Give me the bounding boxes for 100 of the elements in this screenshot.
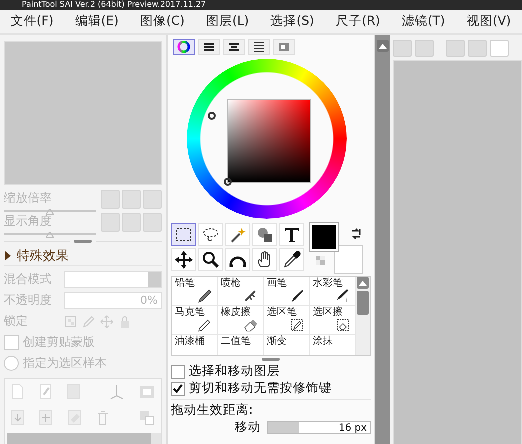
brush-slot[interactable]: 马克笔 bbox=[172, 306, 218, 335]
radio-button[interactable] bbox=[4, 356, 19, 371]
brush-icon bbox=[289, 288, 304, 303]
brush-slot[interactable]: 画笔 bbox=[264, 277, 310, 306]
new-layer-icon[interactable] bbox=[11, 384, 25, 400]
toolbar-button[interactable] bbox=[143, 190, 162, 208]
checkbox[interactable] bbox=[171, 364, 185, 378]
window-title: PaintTool SAI Ver.2 (64bit) Preview.2017.11.27 bbox=[22, 0, 206, 9]
toolbar-button[interactable] bbox=[143, 212, 162, 232]
background-color-swatch[interactable] bbox=[334, 245, 363, 274]
resize-handle[interactable] bbox=[74, 240, 92, 242]
distance-slider[interactable]: 16 px bbox=[267, 420, 371, 434]
color-mode-icon bbox=[252, 41, 266, 53]
checkbox-label: 剪切和移动无需按修饰键 bbox=[189, 380, 332, 397]
brush-name: 喷枪 bbox=[221, 278, 241, 289]
checker-icon bbox=[64, 314, 78, 328]
move-icon bbox=[174, 250, 194, 270]
section-label: 拖动生效距离: bbox=[171, 402, 254, 417]
toolbar-button[interactable] bbox=[490, 40, 509, 57]
slider-thumb[interactable] bbox=[46, 208, 54, 214]
axis-icon[interactable] bbox=[109, 384, 125, 400]
search-icon bbox=[200, 250, 220, 270]
checkbox[interactable] bbox=[4, 335, 19, 350]
toolbar-button[interactable] bbox=[122, 212, 141, 232]
eyedropper-icon bbox=[282, 250, 302, 270]
color-marker[interactable] bbox=[224, 178, 232, 186]
brush-name: 水彩笔 bbox=[313, 278, 343, 289]
color-mode-icon bbox=[177, 41, 191, 53]
mask-icon[interactable] bbox=[139, 384, 155, 400]
brush-slot[interactable]: 选区笔 bbox=[264, 306, 310, 335]
marker-icon bbox=[197, 317, 212, 332]
menu-item[interactable]: 尺子(R) bbox=[332, 11, 384, 32]
field-label: 不透明度 bbox=[4, 292, 53, 309]
checkbox[interactable] bbox=[171, 382, 185, 396]
merge-down-icon[interactable] bbox=[11, 410, 25, 426]
eraser-icon bbox=[243, 317, 258, 332]
canvas[interactable] bbox=[393, 60, 522, 444]
blend-mode-dropdown[interactable] bbox=[64, 271, 162, 288]
checker-icon[interactable] bbox=[316, 256, 325, 265]
brush-name: 画笔 bbox=[267, 278, 287, 289]
hue-marker[interactable] bbox=[208, 112, 216, 120]
toolbar-button[interactable] bbox=[101, 212, 120, 232]
brush-name: 油漆桶 bbox=[175, 336, 205, 347]
watercolor-brush-icon bbox=[335, 288, 350, 303]
trash-icon[interactable] bbox=[96, 410, 110, 426]
scrollbar-thumb[interactable] bbox=[357, 291, 369, 315]
menu-item[interactable]: 选择(S) bbox=[268, 11, 318, 32]
menu-item[interactable]: 视图(V) bbox=[464, 11, 514, 32]
toolbar-button[interactable] bbox=[468, 40, 487, 57]
resize-handle[interactable] bbox=[262, 358, 280, 361]
menu-item[interactable]: 图像(C) bbox=[137, 11, 188, 32]
brush-slot[interactable]: 铅笔 bbox=[172, 277, 218, 306]
lock-icon bbox=[118, 314, 132, 328]
toolbar-button[interactable] bbox=[446, 40, 465, 57]
toolbar-button[interactable] bbox=[101, 190, 120, 208]
color-mode-icon bbox=[202, 41, 216, 53]
selection-pen-icon bbox=[289, 317, 304, 332]
add-layer-icon[interactable] bbox=[39, 410, 54, 426]
brush-name: 渐变 bbox=[267, 336, 287, 347]
pencil-icon bbox=[197, 288, 212, 303]
toolbar-button[interactable] bbox=[122, 190, 141, 208]
checkbox-label: 创建剪贴蒙版 bbox=[23, 334, 95, 351]
color-mode-tab[interactable] bbox=[173, 39, 195, 55]
menu-item[interactable]: 图层(L) bbox=[203, 11, 252, 32]
eraser-icon[interactable] bbox=[68, 410, 82, 426]
brush-name: 选区擦 bbox=[313, 307, 343, 318]
airbrush-icon bbox=[243, 288, 258, 303]
menu-item[interactable]: 滤镜(T) bbox=[398, 11, 448, 32]
field-label: 锁定 bbox=[4, 313, 29, 330]
menu-item[interactable]: 编辑(E) bbox=[72, 11, 122, 32]
toolbar-button[interactable] bbox=[393, 40, 412, 57]
brush-name: 马克笔 bbox=[175, 307, 205, 318]
section-title[interactable]: 特殊效果 bbox=[17, 247, 69, 265]
saturation-square[interactable] bbox=[227, 99, 311, 183]
foreground-color-swatch[interactable] bbox=[310, 223, 338, 251]
brush-slot[interactable]: 橡皮擦 bbox=[218, 306, 264, 335]
pen-layer-icon[interactable] bbox=[39, 384, 53, 400]
tool-button[interactable] bbox=[171, 223, 196, 246]
radio-label: 指定为选区样本 bbox=[23, 355, 107, 372]
scrollbar[interactable] bbox=[151, 433, 161, 444]
slider-thumb[interactable] bbox=[46, 232, 54, 238]
toolbar-button[interactable] bbox=[415, 40, 434, 57]
scroll-up-button[interactable] bbox=[376, 40, 388, 52]
brush-name: 二值笔 bbox=[221, 336, 251, 347]
pencil-icon bbox=[82, 314, 96, 328]
duplicate-icon[interactable] bbox=[138, 410, 155, 426]
expand-icon[interactable] bbox=[4, 251, 13, 261]
slider-label: 显示角度 bbox=[4, 212, 53, 230]
scroll-up-button[interactable] bbox=[357, 277, 369, 289]
menu-item[interactable]: 文件(F) bbox=[8, 11, 57, 32]
brush-name: 铅笔 bbox=[175, 278, 195, 289]
brush-name: 橡皮擦 bbox=[221, 307, 251, 318]
swap-icon[interactable] bbox=[350, 227, 362, 239]
brush-slot[interactable]: 喷枪 bbox=[218, 277, 264, 306]
brush-slot[interactable]: 油漆桶 bbox=[172, 335, 218, 355]
field-label: 混合模式 bbox=[4, 271, 53, 288]
check-icon bbox=[172, 382, 184, 394]
move-icon bbox=[100, 314, 114, 328]
color-mode-icon bbox=[227, 41, 241, 53]
brush-name: 选区笔 bbox=[267, 307, 297, 318]
